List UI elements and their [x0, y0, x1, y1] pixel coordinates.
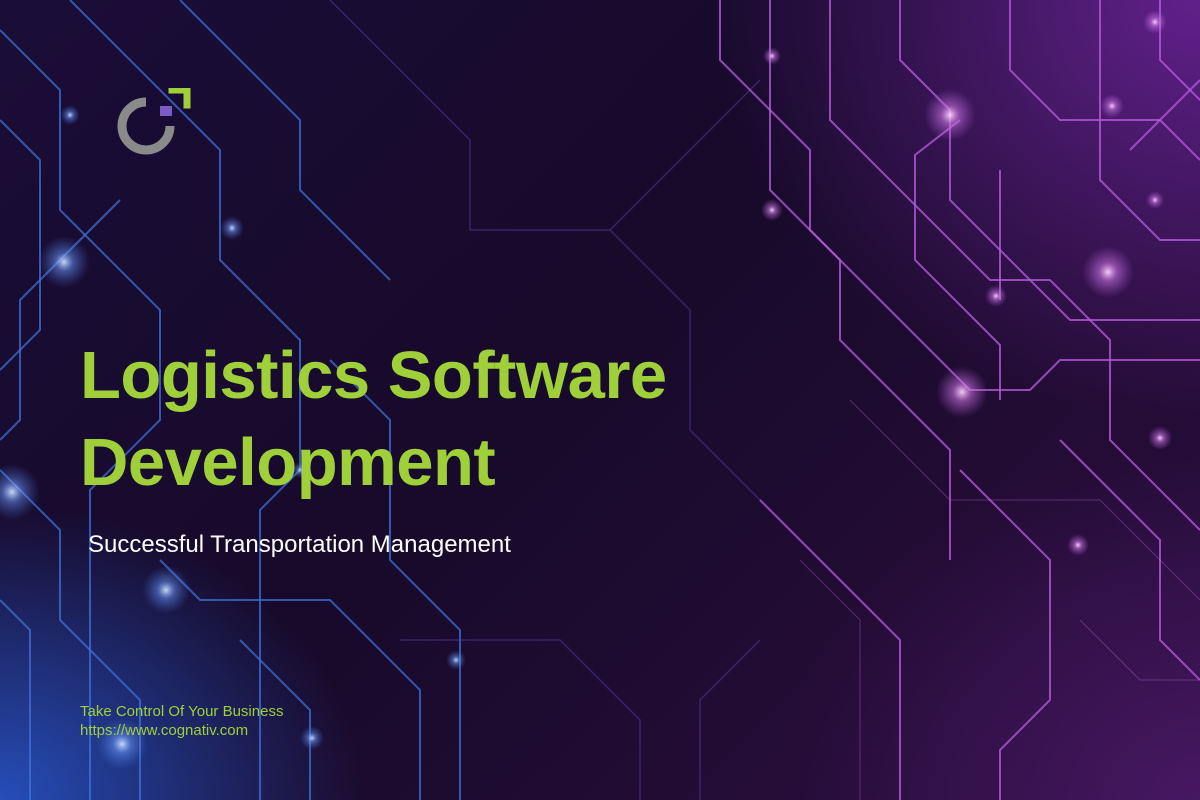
website-link[interactable]: https://www.cognativ.com	[80, 721, 283, 740]
glow-nodes-purple	[761, 10, 1172, 556]
headline-line-2: Development	[80, 425, 496, 500]
tagline: Take Control Of Your Business	[80, 703, 284, 720]
cognativ-logo-icon	[117, 88, 191, 155]
headline-line-1: Logistics Software	[80, 338, 667, 413]
subtitle: Successful Transportation Management	[88, 531, 511, 558]
footer: Take Control Of Your Business https://ww…	[80, 702, 283, 740]
banner-canvas: Logistics Software Development Successfu…	[0, 0, 1200, 800]
page-title: Logistics Software Development	[80, 332, 667, 506]
